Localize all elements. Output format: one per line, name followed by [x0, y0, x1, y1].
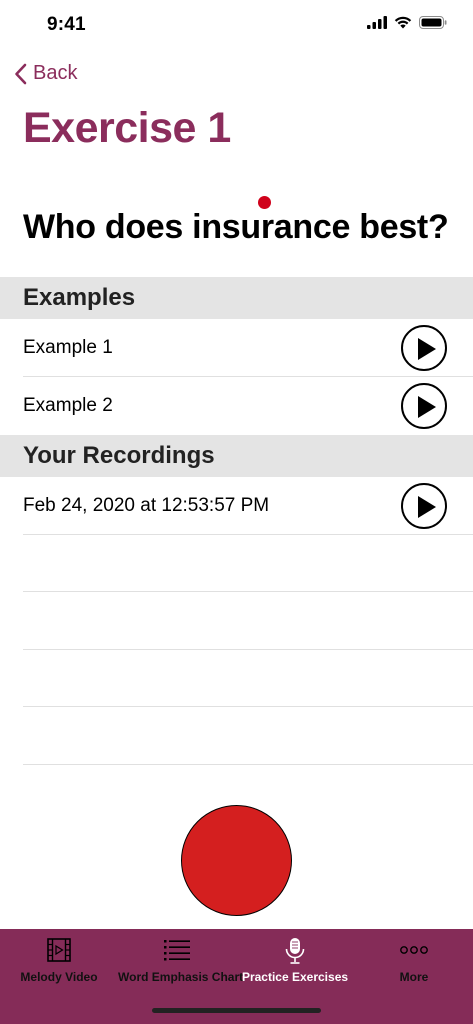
status-bar: 9:41: [0, 0, 473, 52]
tab-label: Word Emphasis Chart: [118, 970, 244, 984]
recordings-section-header: Your Recordings: [0, 435, 473, 477]
play-example-2-button[interactable]: [401, 383, 447, 429]
example-label: Example 2: [23, 395, 113, 416]
wifi-icon: [394, 16, 412, 29]
chevron-left-icon: [15, 63, 27, 84]
tab-word-emphasis-chart[interactable]: Word Emphasis Chart: [118, 929, 244, 991]
examples-section-header: Examples: [0, 277, 473, 319]
empty-row-divider: [23, 706, 473, 707]
battery-icon: [419, 16, 447, 29]
microphone-icon: [285, 938, 305, 964]
example-row: Example 2: [0, 377, 473, 435]
play-example-1-button[interactable]: [401, 325, 447, 371]
status-icons: [367, 16, 447, 29]
empty-row-divider: [23, 591, 473, 592]
recording-timestamp: Feb 24, 2020 at 12:53:57 PM: [23, 495, 270, 516]
list-icon: [164, 940, 190, 961]
film-icon: [47, 938, 71, 962]
home-indicator: [152, 1008, 321, 1013]
row-divider: [23, 534, 473, 535]
more-dots-icon: [400, 946, 428, 954]
page-title: Exercise 1: [23, 104, 231, 152]
tab-label: More: [399, 970, 429, 984]
example-label: Example 1: [23, 337, 113, 358]
back-button[interactable]: Back: [14, 62, 77, 85]
play-icon: [418, 496, 436, 518]
empty-row-divider: [23, 649, 473, 650]
tab-practice-exercises[interactable]: Practice Exercises: [236, 929, 354, 991]
tab-melody-video[interactable]: Melody Video: [0, 929, 118, 991]
tab-more[interactable]: More: [355, 929, 473, 991]
empty-row-divider: [23, 764, 473, 765]
recording-row: Feb 24, 2020 at 12:53:57 PM: [0, 477, 473, 535]
record-button[interactable]: [181, 805, 292, 916]
status-time: 9:41: [47, 14, 86, 35]
cellular-signal-icon: [367, 16, 387, 29]
play-icon: [418, 338, 436, 360]
example-row: Example 1: [0, 319, 473, 377]
tab-label: Melody Video: [20, 970, 98, 984]
tab-label: Practice Exercises: [241, 970, 349, 984]
exercise-question: Who does insurance best?: [23, 208, 449, 246]
back-label: Back: [33, 62, 78, 84]
play-recording-button[interactable]: [401, 483, 447, 529]
play-icon: [418, 396, 436, 418]
